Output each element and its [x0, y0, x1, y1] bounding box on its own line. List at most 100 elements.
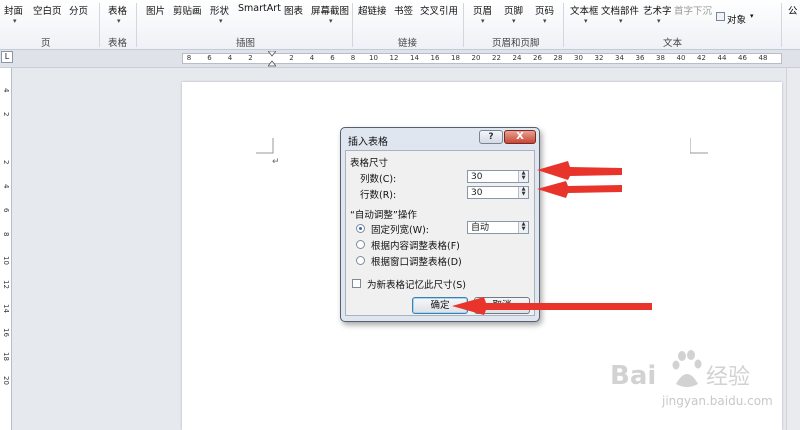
ok-button[interactable]: 确定 [412, 297, 468, 314]
remember-size-label[interactable]: 为新表格记忆此尺寸(S) [367, 277, 466, 291]
columns-spinner[interactable]: 30 ▲ ▼ [467, 170, 529, 183]
ruler-tick-label: 16 [430, 54, 440, 62]
table-dropdown-icon[interactable]: ▾ [117, 17, 121, 25]
ruler-tick-label: 26 [533, 54, 542, 62]
rows-spinner[interactable]: 30 ▲ ▼ [467, 186, 529, 199]
ruler-tick-label: 4 [2, 88, 10, 93]
svg-text:Bai: Bai [610, 361, 656, 391]
table-button[interactable]: 表格 [108, 3, 127, 17]
cover-page-dropdown-icon[interactable]: ▾ [13, 17, 17, 25]
paragraph-mark: ↵ [272, 157, 280, 167]
spinner-arrows-icon[interactable]: ▲ ▼ [518, 171, 528, 182]
screenshot-button[interactable]: 屏幕截图 [311, 3, 349, 17]
textbox-dropdown-icon[interactable]: ▾ [584, 17, 588, 25]
page-break-button[interactable]: 分页 [69, 3, 88, 17]
wordart-dropdown-icon[interactable]: ▾ [657, 17, 661, 25]
fixed-width-value: 自动 [471, 223, 490, 233]
cancel-button[interactable]: 取消 [474, 297, 530, 314]
ruler-tick-label: 46 [738, 54, 747, 62]
header-dropdown-icon[interactable]: ▾ [481, 17, 485, 25]
tab-selector-button[interactable]: L [1, 51, 13, 63]
ruler-tick-label: 6 [207, 54, 212, 62]
footer-button[interactable]: 页脚 [504, 3, 523, 17]
autofit-section-label: “自动调整”操作 [350, 210, 417, 221]
ruler-tick-label: 2 [289, 54, 294, 62]
ribbon-separator [781, 3, 782, 47]
spinner-arrows-icon[interactable]: ▲ ▼ [518, 222, 528, 233]
columns-value: 30 [471, 172, 483, 182]
shapes-dropdown-icon[interactable]: ▾ [219, 17, 223, 25]
cross-reference-button[interactable]: 交叉引用 [420, 3, 458, 17]
remember-size-checkbox[interactable] [352, 279, 361, 288]
ruler-tick-label: 32 [594, 54, 604, 62]
group-header-footer-label: 页眉和页脚 [492, 38, 540, 49]
vertical-ruler[interactable]: 4 2 2 4 6 8 10 12 14 16 18 20 [0, 68, 12, 430]
quick-parts-button[interactable]: 文档部件 [601, 3, 639, 17]
wordart-button[interactable]: 艺术字 [643, 3, 672, 17]
ribbon-separator [563, 3, 564, 47]
ruler-tick-label: 16 [2, 328, 10, 337]
ruler-tick-label: 44 [717, 54, 727, 62]
autofit-window-radio[interactable] [356, 256, 365, 265]
ruler-tick-label: 22 [492, 54, 501, 62]
group-text-label: 文本 [663, 38, 683, 49]
dialog-title: 插入表格 [348, 137, 388, 148]
ruler-tick-label: 40 [676, 54, 686, 62]
dialog-body: 表格尺寸 列数(C): 30 ▲ ▼ 行数(R): 30 ▲ ▼ “自动调整”操作 … [345, 150, 535, 316]
hyperlink-button[interactable]: 超链接 [358, 3, 387, 17]
ruler-tick-label: 48 [758, 54, 768, 62]
ruler-tick-label: 38 [656, 54, 665, 62]
symbol-button[interactable]: 公 [788, 3, 798, 17]
ruler-tick-label: 6 [330, 54, 335, 62]
shapes-button[interactable]: 形状 [210, 3, 229, 17]
ribbon-separator [136, 3, 137, 47]
help-button[interactable]: ? [479, 130, 503, 144]
quick-parts-dropdown-icon[interactable]: ▾ [619, 17, 623, 25]
picture-button[interactable]: 图片 [146, 3, 165, 17]
baidu-logo: Bai 经验 [610, 350, 750, 391]
screenshot-dropdown-icon[interactable]: ▾ [329, 17, 333, 25]
group-links-label: 链接 [398, 38, 418, 49]
object-icon [716, 12, 725, 21]
indent-marker-icon[interactable] [268, 51, 276, 67]
ruler-tick-label: 18 [2, 352, 10, 361]
close-button[interactable]: X [504, 130, 536, 144]
ruler-tick-label: 18 [451, 54, 460, 62]
watermark-url: jingyan.baidu.com [662, 394, 773, 408]
date-time-button[interactable] [716, 0, 786, 6]
object-dropdown-icon[interactable]: ▾ [750, 12, 754, 20]
svg-text:经验: 经验 [706, 365, 750, 390]
ribbon-separator [463, 3, 464, 47]
blank-page-button[interactable]: 空白页 [33, 3, 62, 17]
spinner-arrows-icon[interactable]: ▲ ▼ [518, 187, 528, 198]
rows-value: 30 [471, 188, 483, 198]
ribbon-separator [352, 3, 353, 47]
autofit-contents-radio[interactable] [356, 240, 365, 249]
ruler-tick-label: 4 [2, 184, 10, 189]
bookmark-button[interactable]: 书签 [394, 3, 413, 17]
chart-button[interactable]: 图表 [284, 3, 303, 17]
ribbon: 封面 ▾ 空白页 分页 页 表格 ▾ 表格 图片 剪贴画 形状 ▾ SmartA… [0, 0, 800, 50]
ruler-tick-label: 4 [227, 54, 233, 62]
ruler-tick-label: 2 [248, 54, 253, 62]
vertical-scrollbar[interactable] [786, 68, 800, 430]
cover-page-button[interactable]: 封面 [4, 3, 23, 17]
autofit-contents-label[interactable]: 根据内容调整表格(F) [371, 238, 460, 252]
clipart-button[interactable]: 剪贴画 [173, 3, 202, 17]
smartart-button[interactable]: SmartArt [238, 3, 281, 14]
page-number-dropdown-icon[interactable]: ▾ [543, 17, 547, 25]
autofit-window-label[interactable]: 根据窗口调整表格(D) [371, 254, 462, 268]
fixed-width-label[interactable]: 固定列宽(W): [371, 222, 429, 236]
drop-cap-button[interactable]: 首字下沉 [674, 3, 712, 17]
footer-dropdown-icon[interactable]: ▾ [512, 17, 516, 25]
fixed-width-radio[interactable] [356, 224, 365, 233]
ruler-tick-label: 10 [369, 54, 378, 62]
header-button[interactable]: 页眉 [473, 3, 492, 17]
group-illustrations-label: 插图 [236, 38, 256, 49]
textbox-button[interactable]: 文本框 [570, 3, 599, 17]
page-number-button[interactable]: 页码 [535, 3, 554, 17]
fixed-width-spinner[interactable]: 自动 ▲ ▼ [467, 221, 529, 234]
object-button[interactable]: 对象 [727, 12, 746, 26]
ruler-tick-label: 36 [635, 54, 645, 62]
ruler-tick-label: 8 [186, 54, 192, 62]
